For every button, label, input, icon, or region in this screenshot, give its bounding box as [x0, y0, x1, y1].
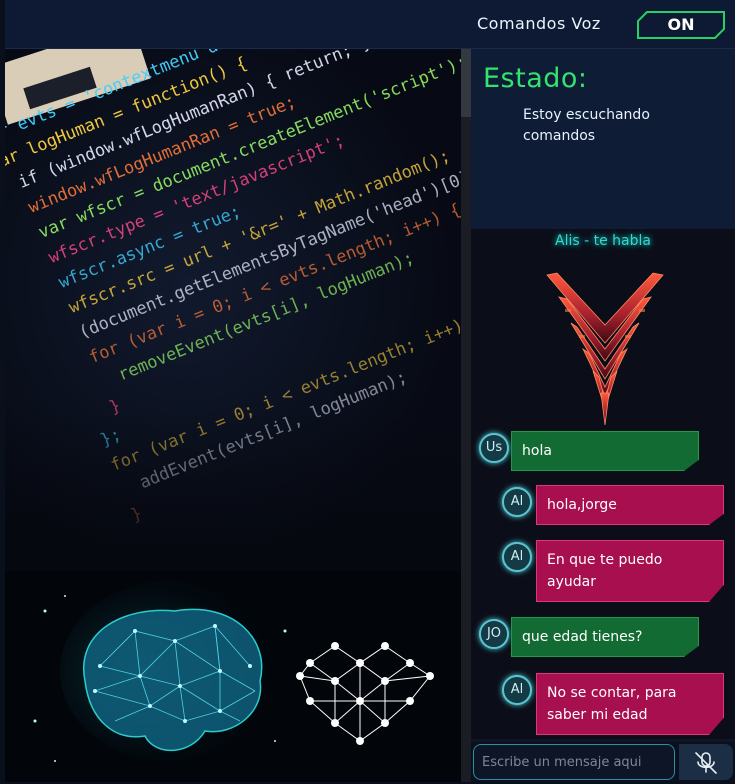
message-input[interactable] [473, 744, 675, 780]
message-bubble: hola [511, 431, 699, 471]
message-composer [471, 742, 735, 782]
status-text: Estoy escuchando comandos [523, 107, 650, 144]
background-imagery: };var evts = 'contextmenu dblclick drag … [5, 49, 461, 782]
mic-off-icon [695, 752, 717, 774]
voice-commands-label: Comandos Voz [477, 14, 601, 33]
message-bubble: No se contar, para saber mi edad [536, 673, 724, 735]
message-bubble: que edad tienes? [511, 617, 699, 657]
message-bubble: En que te puedo ayudar [536, 540, 724, 602]
brain-network-icon [5, 571, 461, 782]
status-panel: Estado: Estoy escuchando comandos [471, 49, 735, 229]
avatar: Al [502, 487, 532, 517]
brain-image [5, 571, 461, 782]
avatar: Al [502, 542, 532, 572]
avatar: JO [479, 619, 509, 649]
chat-header: Alis - te habla [555, 233, 651, 249]
voice-commands-toggle[interactable]: ON [637, 11, 725, 39]
assistant-panel: Estado: Estoy escuchando comandos Alis -… [471, 49, 735, 782]
assistant-emblem-icon [546, 272, 664, 426]
status-title: Estado: [483, 63, 588, 94]
chat-panel: Alis - te habla Us hola Al hola,jorge Al… [471, 229, 735, 739]
avatar: Al [502, 675, 532, 705]
mic-button[interactable] [679, 744, 733, 780]
top-bar: Comandos Voz ON [5, 0, 735, 49]
code-fade [5, 409, 461, 571]
avatar: Us [479, 433, 509, 463]
code-image: };var evts = 'contextmenu dblclick drag … [5, 49, 461, 571]
message-bubble: hola,jorge [536, 485, 724, 525]
voice-toggle-state: ON [667, 15, 695, 34]
left-scrollbar-thumb[interactable] [461, 49, 471, 117]
left-scrollbar[interactable] [461, 49, 471, 782]
